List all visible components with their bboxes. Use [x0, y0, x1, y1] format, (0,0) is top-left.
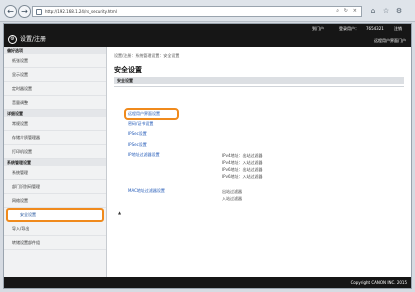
portal-button[interactable]: 远程用户界面门户: [374, 38, 406, 44]
ipv6-in: IPv6地址：入站过滤器: [222, 174, 263, 179]
ipsec-link-2[interactable]: IPSec设置: [128, 142, 147, 148]
page-icon: [36, 9, 42, 15]
page-header: 到门户 登录用户： 7654321 注销 ⚙ 设置/注册 远程用户界面门户: [4, 24, 411, 47]
sidebar-item-storage[interactable]: 存储介质管理器: [4, 131, 106, 145]
sidebar-item-timer[interactable]: 定时器设置: [4, 82, 106, 96]
mac-in: 入站过滤器: [222, 196, 242, 201]
sidebar-section-system: 系统管理设置: [4, 159, 106, 166]
ipsec-link-1[interactable]: IPSec设置: [128, 131, 147, 137]
sidebar-item-dump[interactable]: 转储设置部件组: [4, 236, 106, 250]
sidebar-section-preferences: 偏好选项: [4, 47, 106, 54]
search-icon[interactable]: ⌕: [336, 7, 339, 16]
section-title: 安全设置: [114, 66, 142, 74]
user-id: 7654321: [366, 26, 384, 31]
gear-icon[interactable]: ⚙: [394, 6, 404, 16]
remote-ui-settings-link[interactable]: 远程用户界面设置: [128, 111, 160, 117]
web-page: 到门户 登录用户： 7654321 注销 ⚙ 设置/注册 远程用户界面门户 偏好选…: [3, 23, 412, 289]
sidebar-section-detailed: 详细设置: [4, 110, 106, 117]
address-bar[interactable]: http://192.168.1.24/rs_security.html ⌕ ↻…: [32, 6, 362, 17]
forward-button[interactable]: →: [18, 5, 31, 18]
browser-chrome: ← → http://192.168.1.24/rs_security.html…: [0, 0, 415, 22]
refresh-icon[interactable]: ↻: [344, 7, 348, 16]
ipv6-out: IPv6地址：出站过滤器: [222, 167, 263, 172]
sidebar-item-paper[interactable]: 纸张设置: [4, 54, 106, 68]
page-title: ⚙ 设置/注册: [8, 34, 46, 46]
group-header: 安全设置: [114, 77, 404, 84]
sidebar-item-printer[interactable]: 打印机设置: [4, 145, 106, 159]
sidebar-item-general[interactable]: 常规设置: [4, 117, 106, 131]
scroll-top-icon[interactable]: ▲: [118, 210, 121, 215]
sidebar: 偏好选项 纸张设置 显示设置 定时器设置 音量调整 详细设置 常规设置 存储介质…: [4, 47, 107, 279]
sidebar-item-volume[interactable]: 音量调整: [4, 96, 106, 110]
sidebar-item-security[interactable]: 安全设置: [6, 208, 104, 222]
logout-link[interactable]: 注销: [394, 24, 402, 33]
top-bar: 到门户 登录用户： 7654321 注销: [4, 24, 411, 33]
ipv4-in: IPv4地址：入站过滤器: [222, 160, 263, 165]
sidebar-item-department-id[interactable]: 部门识别码管理: [4, 180, 106, 194]
mac-filter-link[interactable]: MAC地址过滤器设置: [128, 188, 165, 194]
sidebar-item-display[interactable]: 显示设置: [4, 68, 106, 82]
portal-link[interactable]: 到门户: [312, 24, 324, 33]
divider: [114, 86, 404, 87]
home-icon[interactable]: ⌂: [368, 6, 378, 16]
page-footer: Copyright CANON INC. 2015: [4, 277, 411, 288]
ipv4-out: IPv4地址：出站过滤器: [222, 153, 263, 158]
back-button[interactable]: ←: [4, 5, 17, 18]
ip-filter-link[interactable]: IP地址过滤器设置: [128, 152, 160, 158]
close-icon[interactable]: ×: [353, 7, 357, 16]
mac-out: 出站过滤器: [222, 189, 242, 194]
favorites-icon[interactable]: ☆: [381, 6, 391, 16]
sidebar-item-system-management[interactable]: 系统管理: [4, 166, 106, 180]
user-label: 登录用户：: [339, 26, 359, 31]
password-cert-link[interactable]: 密码/证书设置: [128, 121, 153, 127]
sidebar-item-import-export[interactable]: 导入/导出: [4, 222, 106, 236]
sidebar-item-network[interactable]: 网络设置: [4, 194, 106, 208]
breadcrumb: 设置/注册：系统管理设置：安全设置: [114, 53, 180, 58]
main-content: 设置/注册：系统管理设置：安全设置 安全设置 安全设置 远程用户界面设置 密码/…: [110, 47, 410, 279]
settings-icon: ⚙: [8, 35, 17, 44]
address-url: http://192.168.1.24/rs_security.html: [45, 9, 117, 14]
